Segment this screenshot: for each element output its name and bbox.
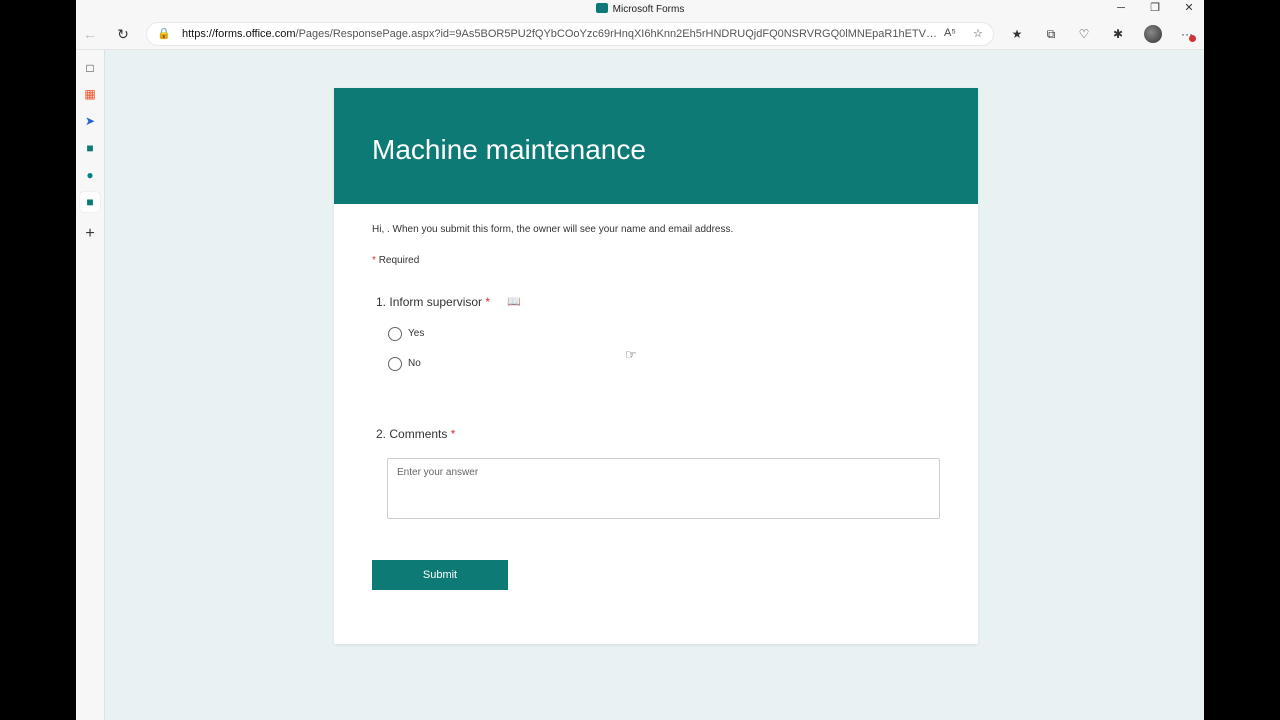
profile-avatar[interactable] bbox=[1144, 25, 1162, 43]
microsoft-365-icon[interactable]: ▦ bbox=[80, 84, 100, 104]
url-domain: https://forms.office.com bbox=[182, 28, 296, 40]
form-card: Machine maintenance Hi, . When you submi… bbox=[334, 88, 978, 644]
browser-window: Microsoft Forms ─ ❐ ✕ ← ↻ 🔒 https://form… bbox=[76, 0, 1204, 720]
question-number: 2. bbox=[376, 427, 387, 441]
form-intro: Hi, . When you submit this form, the own… bbox=[372, 224, 734, 235]
notification-badge bbox=[1189, 35, 1196, 42]
question-number: 1. bbox=[376, 295, 387, 309]
option-label[interactable]: No bbox=[408, 358, 421, 369]
minimize-button[interactable]: ─ bbox=[1104, 0, 1138, 18]
lock-icon[interactable]: 🔒 bbox=[157, 27, 171, 40]
required-label: Required bbox=[378, 255, 420, 266]
window-title-text: Microsoft Forms bbox=[612, 4, 685, 15]
required-star: * bbox=[485, 295, 491, 309]
refresh-icon[interactable]: ↻ bbox=[111, 24, 135, 44]
close-button[interactable]: ✕ bbox=[1172, 0, 1204, 18]
forms-icon-sidebar[interactable]: ■ bbox=[80, 138, 100, 158]
browser-toolbar: ← ↻ 🔒 https://forms.office.com/Pages/Res… bbox=[76, 18, 1204, 50]
hand-cursor-icon: ☞ bbox=[625, 347, 637, 362]
question-1-title: 1. Inform supervisor * bbox=[376, 295, 490, 309]
question-text: Comments bbox=[389, 427, 448, 441]
forms-icon bbox=[595, 3, 608, 13]
bing-icon[interactable]: ➤ bbox=[80, 111, 100, 131]
option-label[interactable]: Yes bbox=[408, 328, 424, 339]
favorites-icon[interactable]: ★ bbox=[1008, 26, 1026, 42]
form-title: Machine maintenance bbox=[372, 134, 646, 165]
question-text: Inform supervisor bbox=[389, 295, 483, 309]
submit-button[interactable]: Submit bbox=[372, 560, 508, 590]
tab-actions-icon[interactable]: □ bbox=[80, 58, 100, 78]
sharepoint-icon[interactable]: ● bbox=[80, 165, 100, 185]
extensions-icon[interactable]: ✱ bbox=[1109, 26, 1127, 42]
comments-input[interactable] bbox=[387, 458, 940, 519]
url-path: /Pages/ResponsePage.aspx?id=9As5BOR5PU2f… bbox=[295, 28, 938, 40]
browser-essentials-icon[interactable]: ♡ bbox=[1075, 26, 1093, 42]
required-star: * bbox=[450, 427, 456, 441]
immersive-reader-icon[interactable]: 📖 bbox=[507, 295, 525, 309]
question-2-title: 2. Comments * bbox=[376, 427, 455, 441]
forms-active-icon[interactable]: ■ bbox=[80, 192, 100, 212]
page-content: Machine maintenance Hi, . When you submi… bbox=[105, 50, 1204, 720]
required-note: * Required bbox=[372, 255, 419, 266]
add-icon[interactable]: + bbox=[80, 224, 100, 244]
url-text[interactable]: https://forms.office.com/Pages/ResponseP… bbox=[182, 28, 938, 40]
read-aloud-icon[interactable]: A⁵ bbox=[944, 27, 956, 39]
radio-yes[interactable] bbox=[388, 327, 402, 341]
required-star: * bbox=[372, 255, 376, 266]
add-favorite-icon[interactable]: ☆ bbox=[973, 27, 983, 40]
title-bar: Microsoft Forms ─ ❐ ✕ bbox=[76, 0, 1204, 18]
window-title: Microsoft Forms bbox=[76, 3, 1204, 15]
edge-sidebar: □ ▦ ➤ ■ ● ■ + bbox=[76, 50, 105, 720]
restore-button[interactable]: ❐ bbox=[1138, 0, 1172, 18]
collections-icon[interactable]: ⧉ bbox=[1042, 26, 1060, 42]
address-bar[interactable]: 🔒 https://forms.office.com/Pages/Respons… bbox=[146, 22, 994, 46]
radio-no[interactable] bbox=[388, 357, 402, 371]
back-arrow-icon[interactable]: ← bbox=[78, 24, 102, 44]
